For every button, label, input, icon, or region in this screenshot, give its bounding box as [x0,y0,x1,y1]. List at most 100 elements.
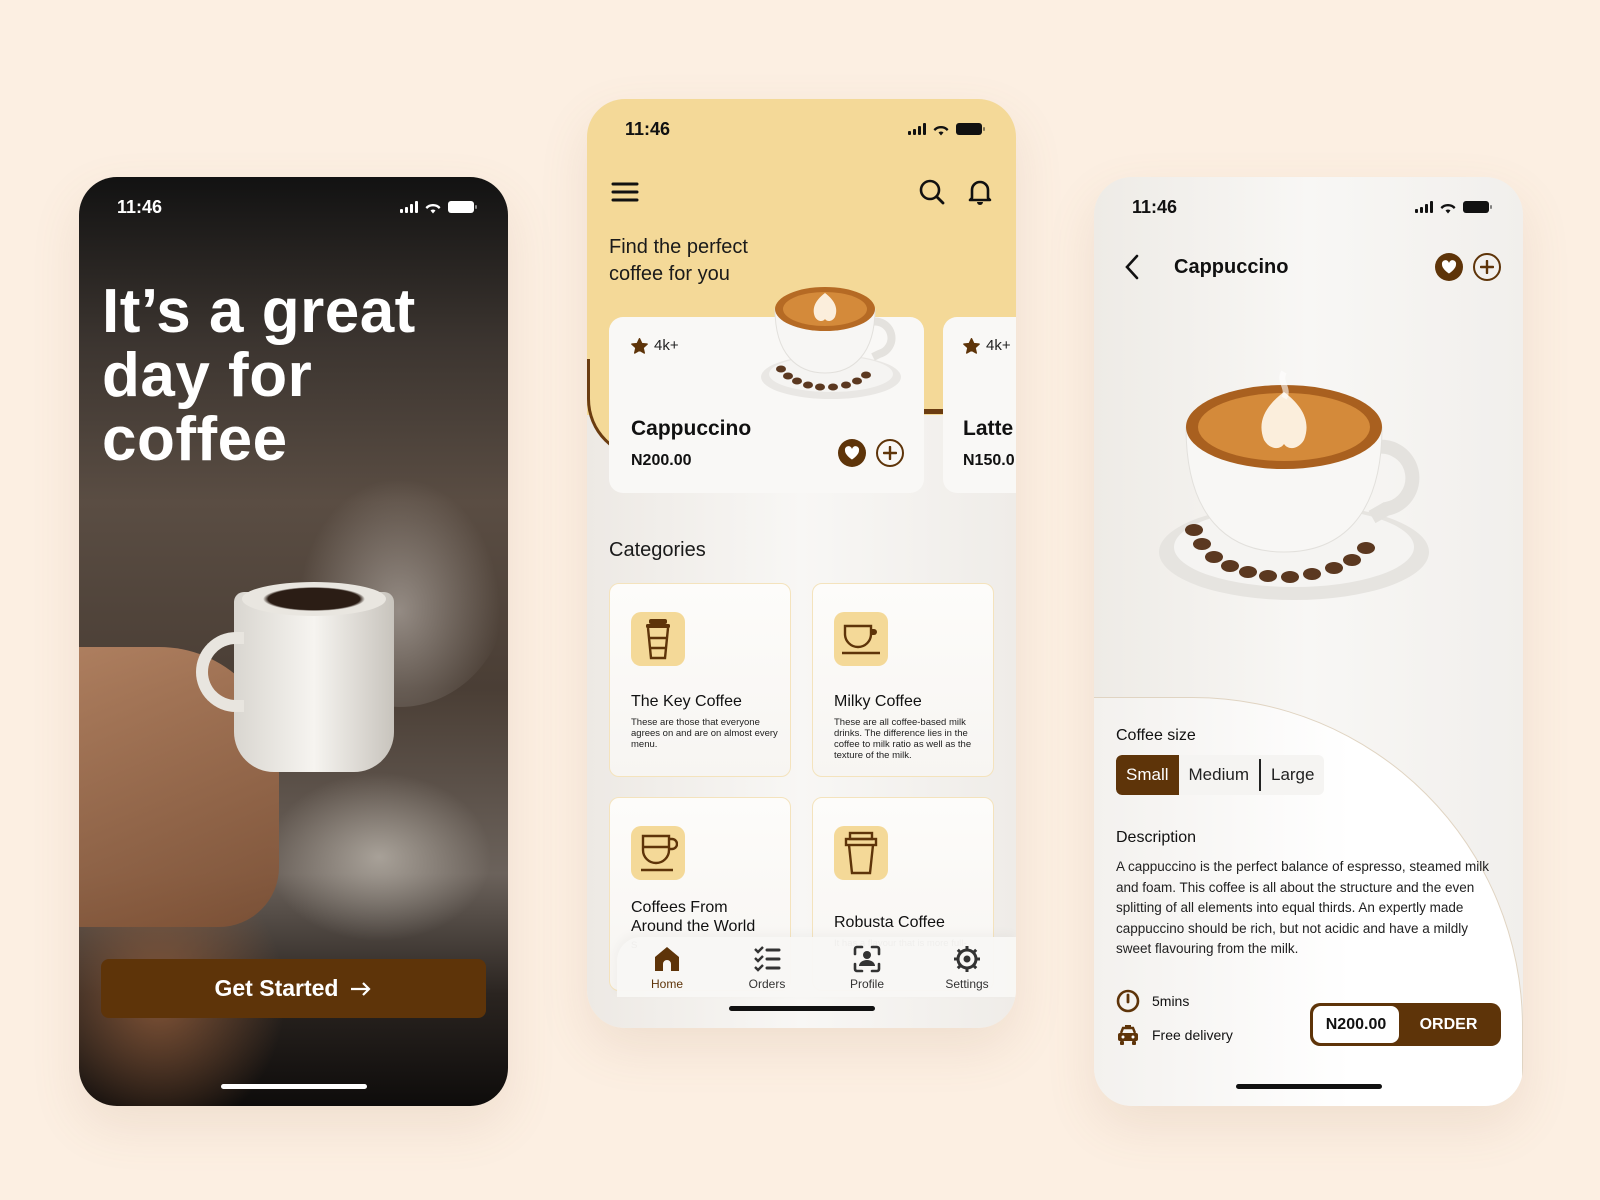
search-button[interactable] [916,176,948,208]
prep-time-value: 5mins [1152,993,1190,1009]
description-label: Description [1116,829,1197,846]
product-price: N150.0 [963,452,1015,469]
search-icon [919,179,945,205]
product-card-latte[interactable]: 4k+ Latte N150.0 [943,317,1016,493]
wifi-icon [425,203,441,213]
heart-icon [1441,260,1457,274]
menu-button[interactable] [609,176,641,208]
category-card[interactable]: Milky Coffee These are all coffee-based … [812,583,994,777]
status-bar: 11:46 [79,177,508,237]
rating-value: 4k+ [654,337,679,354]
battery-icon [1463,201,1492,213]
status-bar: 11:46 [1094,177,1523,237]
size-option-small[interactable]: Small [1116,755,1179,795]
battery-icon [956,123,985,135]
mug-icon [641,834,678,872]
product-price: N200.00 [631,452,692,469]
favorite-button[interactable] [838,439,866,467]
nav-label: Home [650,977,683,991]
star-icon [963,337,980,354]
hamburger-icon [611,182,639,202]
home-icon [655,947,679,971]
product-title: Cappuccino [1174,255,1289,278]
status-time: 11:46 [117,196,163,217]
order-button[interactable]: N200.00 ORDER [1310,1003,1501,1046]
nav-label: Settings [945,977,989,991]
add-button[interactable] [1473,253,1501,281]
star-icon [631,337,648,354]
nav-orders[interactable]: Orders [727,945,807,991]
profile-scan-icon [853,945,881,973]
arrow-right-icon [351,981,372,996]
takeaway-cup-icon [646,619,670,660]
notifications-button[interactable] [964,176,996,208]
get-started-button[interactable]: Get Started [101,959,486,1018]
description-text: A cappuccino is the perfect balance of e… [1116,859,1489,956]
rating-value: 4k+ [986,337,1011,354]
chevron-left-icon [1125,254,1139,280]
coffee-mug-image [196,582,394,772]
status-time: 11:46 [625,118,671,139]
headline-line: coffee [102,405,288,474]
battery-icon [448,201,477,213]
rating: 4k+ [963,337,1011,354]
wifi-icon [933,125,949,135]
product-name: Cappuccino [631,417,752,440]
delivery-value: Free delivery [1152,1027,1233,1043]
size-option-medium[interactable]: Medium [1179,755,1259,795]
welcome-screen: 11:46 It’s a great day for coffee Get St… [79,177,508,1106]
cup-saucer-icon [842,624,880,655]
checklist-icon [754,946,781,972]
rating: 4k+ [631,337,679,354]
plus-icon [883,446,897,460]
size-label: Coffee size [1116,727,1196,744]
nav-label: Orders [748,977,786,991]
paper-cup-icon [844,831,878,875]
tagline-line: coffee for you [609,263,730,285]
add-button[interactable] [876,439,904,467]
size-option-large[interactable]: Large [1261,755,1324,795]
status-time: 11:46 [1132,196,1178,217]
category-title: Coffees From Around the World [631,899,756,935]
gear-icon [954,946,980,972]
nav-label: Profile [849,977,884,991]
bell-icon [968,180,992,205]
category-title: Milky Coffee [834,693,922,710]
delivery-type: Free delivery [1116,1023,1233,1047]
signal-icon [1415,201,1433,213]
back-button[interactable] [1116,251,1148,283]
product-name: Latte [963,417,1014,440]
prep-time: 5mins [1116,989,1233,1013]
favorite-button[interactable] [1435,253,1463,281]
detail-screen: 11:46 Cappuccino Coffee size Small Mediu… [1094,177,1523,1106]
headline-line: It’s a great [102,277,416,346]
signal-icon [400,201,418,213]
category-title: The Key Coffee [631,693,742,710]
heart-icon [844,446,860,460]
order-price: N200.00 [1313,1006,1399,1043]
size-selector: Small Medium Large [1116,755,1325,795]
plus-icon [1480,260,1494,274]
clock-icon [1116,989,1140,1013]
hero-headline: It’s a great day for coffee [102,280,416,472]
category-title: Robusta Coffee [834,914,945,931]
nav-profile[interactable]: Profile [827,945,907,991]
detail-header: Cappuccino [1116,247,1501,287]
nav-home[interactable]: Home [627,945,707,991]
delivery-info: 5mins Free delivery [1116,989,1233,1047]
home-indicator [220,1084,367,1089]
nav-settings[interactable]: Settings [927,945,1007,991]
cappuccino-image [1159,370,1429,600]
home-screen: 11:46 Find the perfect coffee for you 4k… [587,99,1016,1028]
top-bar [609,174,996,210]
categories-heading: Categories [609,539,706,561]
tagline-line: Find the perfect [609,236,748,258]
wifi-icon [1440,203,1456,213]
bottom-nav: Home Orders Profile Settings [617,937,1016,997]
category-card[interactable]: The Key Coffee These are those that ever… [609,583,791,777]
category-description: These are all coffee-based milk drinks. … [834,717,972,761]
header-accent-bar [924,409,944,414]
get-started-label: Get Started [214,975,339,1001]
headline-line: day for [102,341,313,410]
home-indicator [728,1006,875,1011]
